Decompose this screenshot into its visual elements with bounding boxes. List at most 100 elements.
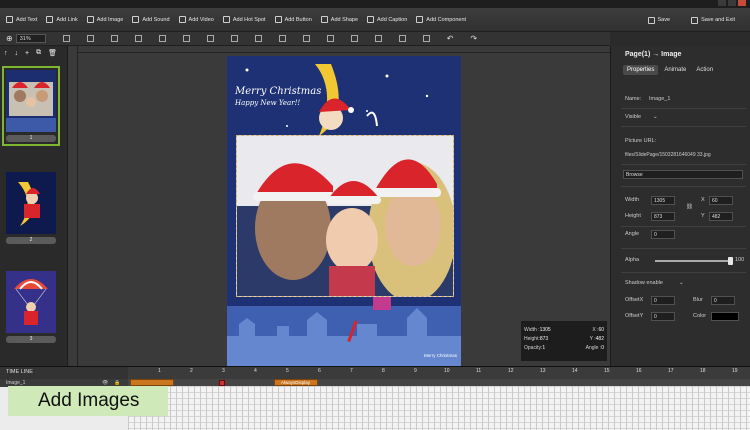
add-link-button[interactable]: Add Link [46,16,78,23]
add-video-button[interactable]: Add Video [178,16,214,23]
bring-front-icon[interactable] [326,35,334,42]
send-back-icon[interactable] [350,35,358,42]
tab-action[interactable]: Action [692,65,717,75]
group-icon[interactable] [302,35,310,42]
slide-page[interactable]: Merry Christmas Happy New Year!! Merry C… [227,56,461,366]
visible-dropdown-icon[interactable]: ⌄ [653,114,658,120]
add-text-button[interactable]: Add Text [6,16,37,23]
same-size-icon[interactable] [254,35,262,42]
blur-input[interactable]: 0 [711,296,735,305]
offsetx-input[interactable]: 0 [651,296,675,305]
page-thumbnail[interactable]: 1 [2,66,60,146]
zoom-icon: ⊕ [6,34,13,43]
tab-animate[interactable]: Animate [660,65,690,75]
timeline-tick: 2 [190,368,193,374]
y-input[interactable]: 482 [709,212,733,221]
undo-icon[interactable]: ↶ [447,34,454,43]
add-sound-button[interactable]: Add Sound [132,16,170,23]
maximize-button[interactable] [728,0,736,6]
move-down-icon[interactable]: ↓ [15,50,19,57]
close-button[interactable] [738,0,746,6]
add-shape-button[interactable]: Add Shape [320,16,358,23]
save-exit-icon [691,16,699,24]
timeline-tick: 13 [540,368,546,374]
blur-label: Blur [693,297,703,303]
same-height-icon[interactable] [230,35,238,42]
selected-image[interactable] [236,135,454,297]
add-image-button[interactable]: Add Image [86,16,123,23]
caption-icon [367,16,374,23]
page-thumbnail-image [6,70,56,132]
align-top-icon[interactable] [134,35,142,42]
add-button-button[interactable]: Add Button [274,16,312,23]
tab-properties[interactable]: Properties [623,65,659,75]
image-icon [86,16,94,23]
move-up-icon[interactable]: ↑ [4,50,8,57]
align-bottom-icon[interactable] [182,35,190,42]
same-width-icon[interactable] [206,35,214,42]
height-label: Height [625,213,641,219]
align-middle-icon[interactable] [158,35,166,42]
link-ratio-icon[interactable]: ⛓ [686,204,693,210]
delete-icon[interactable] [422,35,430,42]
timeline-tick: 10 [444,368,450,374]
component-icon [416,16,424,23]
text-icon [6,16,13,23]
divider [621,226,746,227]
divider [621,272,746,273]
santa-parachute-thumb-icon [6,271,56,333]
page-thumbnail-image [6,172,56,234]
angle-input[interactable]: 0 [651,230,675,239]
shadow-dropdown-icon[interactable]: ⌄ [679,280,684,286]
timeline-tick: 12 [508,368,514,374]
alpha-slider[interactable] [655,257,733,265]
toolbar-right: Save Save and Exit [647,8,744,32]
copy-page-icon[interactable]: ⧉ [36,49,41,57]
x-input[interactable]: 60 [709,196,733,205]
alpha-slider-handle[interactable] [728,257,733,265]
save-exit-button[interactable]: Save and Exit [691,16,735,24]
timeline-label: TIME LINE [0,367,128,379]
width-input[interactable]: 1305 [651,196,675,205]
shadow-color-swatch[interactable] [711,312,739,321]
timeline-tick: 9 [414,368,417,374]
redo-icon[interactable]: ↷ [470,34,477,43]
divider [621,164,746,165]
timeline-tick: 16 [636,368,642,374]
x-label: X [701,197,705,203]
add-page-icon[interactable]: + [25,50,29,57]
add-component-button[interactable]: Add Component [416,16,466,23]
paste-icon[interactable] [398,35,406,42]
distribute-icon[interactable] [278,35,286,42]
canvas-area[interactable]: Merry Christmas Happy New Year!! Merry C… [78,53,610,366]
zoom-select[interactable]: 31% [15,34,46,43]
save-button[interactable]: Save [647,16,670,24]
timeline-clip-always-display[interactable]: AlwaysDisplay [274,379,318,386]
family-photo-image [237,136,453,296]
timeline-clip-intro[interactable] [130,379,174,386]
offsety-input[interactable]: 0 [651,312,675,321]
timeline-grid[interactable] [128,386,750,430]
divider [621,186,746,187]
santa-moon-thumb-icon [6,172,56,234]
delete-page-icon[interactable]: 🗑 [48,49,57,57]
add-hotspot-button[interactable]: Add Hot Spot [222,16,266,23]
align-center-icon[interactable] [86,35,94,42]
properties-panel: Page(1) → Image Properties Animate Actio… [610,46,750,366]
timeline-tick: 4 [254,368,257,374]
align-right-icon[interactable] [110,35,118,42]
page-thumbnail[interactable]: 2 [6,172,56,244]
height-input[interactable]: 873 [651,212,675,221]
page-thumbnail[interactable]: 3 [6,271,56,343]
align-left-icon[interactable] [62,35,70,42]
minimize-button[interactable] [718,0,726,6]
browse-button[interactable]: Browse [623,170,743,179]
greeting-text: Merry Christmas Happy New Year!! [235,86,321,107]
window-controls [718,0,746,6]
picture-url-value: files/SlidePage/1503281646049 33.jpg [625,152,711,158]
timeline-tick: 7 [350,368,353,374]
copy-icon[interactable] [374,35,382,42]
add-caption-button[interactable]: Add Caption [367,16,407,23]
properties-tabs: Properties Animate Action [611,64,750,76]
family-photo-thumb-icon [6,70,56,132]
